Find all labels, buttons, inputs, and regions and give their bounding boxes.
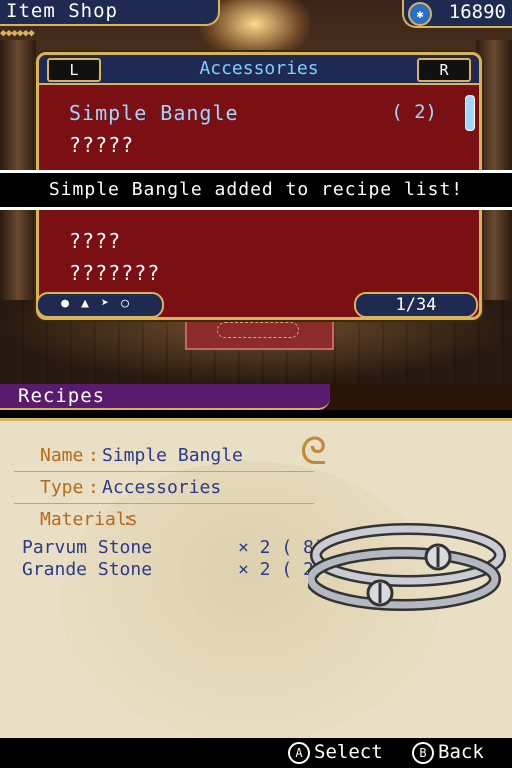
- flask-icon[interactable]: ▲: [78, 297, 92, 311]
- ring-icon[interactable]: ○: [118, 297, 132, 311]
- recipes-header: Recipes: [0, 384, 512, 410]
- back-label: Back: [438, 741, 484, 763]
- a-button-icon: A: [288, 741, 310, 764]
- recipe-name: Simple Bangle: [102, 445, 243, 466]
- type-label: Type: [40, 477, 84, 498]
- list-item[interactable]: ????: [69, 229, 121, 253]
- category-bar: Accessories L R: [39, 55, 479, 85]
- category-title: Accessories: [199, 58, 319, 79]
- recipes-title: Recipes: [18, 385, 106, 407]
- material-name: Grande Stone: [22, 559, 153, 580]
- pot-icon[interactable]: ●: [58, 297, 72, 311]
- shop-title: Item Shop: [6, 0, 118, 22]
- divider: [14, 503, 314, 504]
- prev-category-button[interactable]: L: [47, 58, 101, 82]
- page-number: 1/34: [395, 295, 437, 315]
- materials-colon: :: [122, 509, 133, 530]
- bangle-item-image: [308, 523, 506, 611]
- back-hint[interactable]: B Back: [412, 740, 484, 764]
- name-label: Name: [40, 445, 84, 466]
- notification-text: Simple Bangle added to recipe list!: [48, 179, 464, 200]
- name-colon: :: [88, 445, 99, 466]
- currency-icon: ✱: [408, 2, 432, 26]
- list-item[interactable]: ?????: [69, 133, 134, 157]
- item-quantity: ( 2): [391, 101, 437, 123]
- filter-icons: ● ▲ ➤ ○: [36, 292, 164, 318]
- notification-banner: Simple Bangle added to recipe list!: [0, 170, 512, 210]
- cursor-icon[interactable]: ➤: [98, 297, 112, 311]
- swirl-ornament-icon: ᘓ: [300, 429, 327, 473]
- b-button-icon: B: [412, 741, 434, 764]
- select-hint[interactable]: A Select: [288, 740, 383, 764]
- recipes-tab: Recipes: [0, 384, 330, 410]
- top-screen: Item Shop ◆◆◆◆◆◆ ✱ 16890 Accessories L R…: [0, 0, 512, 384]
- shop-title-tab: Item Shop: [0, 0, 220, 26]
- money-display: ✱ 16890: [402, 0, 512, 28]
- title-ornament: ◆◆◆◆◆◆: [0, 26, 35, 39]
- recipe-type: Accessories: [102, 477, 222, 498]
- divider: [14, 471, 314, 472]
- list-item[interactable]: Simple Bangle: [69, 101, 239, 125]
- list-item[interactable]: ???????: [69, 261, 160, 285]
- recipe-details-panel: ᘓ Name : Simple Bangle Type : Accessorie…: [0, 418, 512, 754]
- scroll-thumb[interactable]: [465, 95, 475, 131]
- button-hints: A Select B Back: [0, 738, 512, 768]
- material-name: Parvum Stone: [22, 537, 153, 558]
- next-category-button[interactable]: R: [417, 58, 471, 82]
- bottom-screen: Recipes ᘓ Name : Simple Bangle Type : Ac…: [0, 384, 512, 768]
- money-amount: 16890: [448, 1, 506, 23]
- page-indicator: 1/34: [354, 292, 478, 318]
- type-colon: :: [88, 477, 99, 498]
- select-label: Select: [314, 741, 383, 763]
